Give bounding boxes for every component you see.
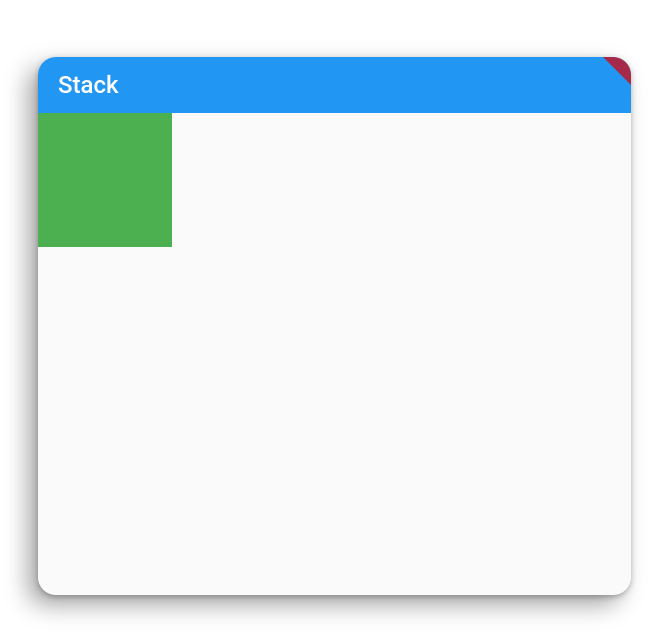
debug-banner-icon	[603, 57, 631, 85]
body-area	[38, 113, 631, 595]
app-bar: Stack	[38, 57, 631, 113]
app-panel: Stack	[38, 57, 631, 595]
app-bar-title: Stack	[58, 71, 119, 99]
green-square	[38, 113, 172, 247]
